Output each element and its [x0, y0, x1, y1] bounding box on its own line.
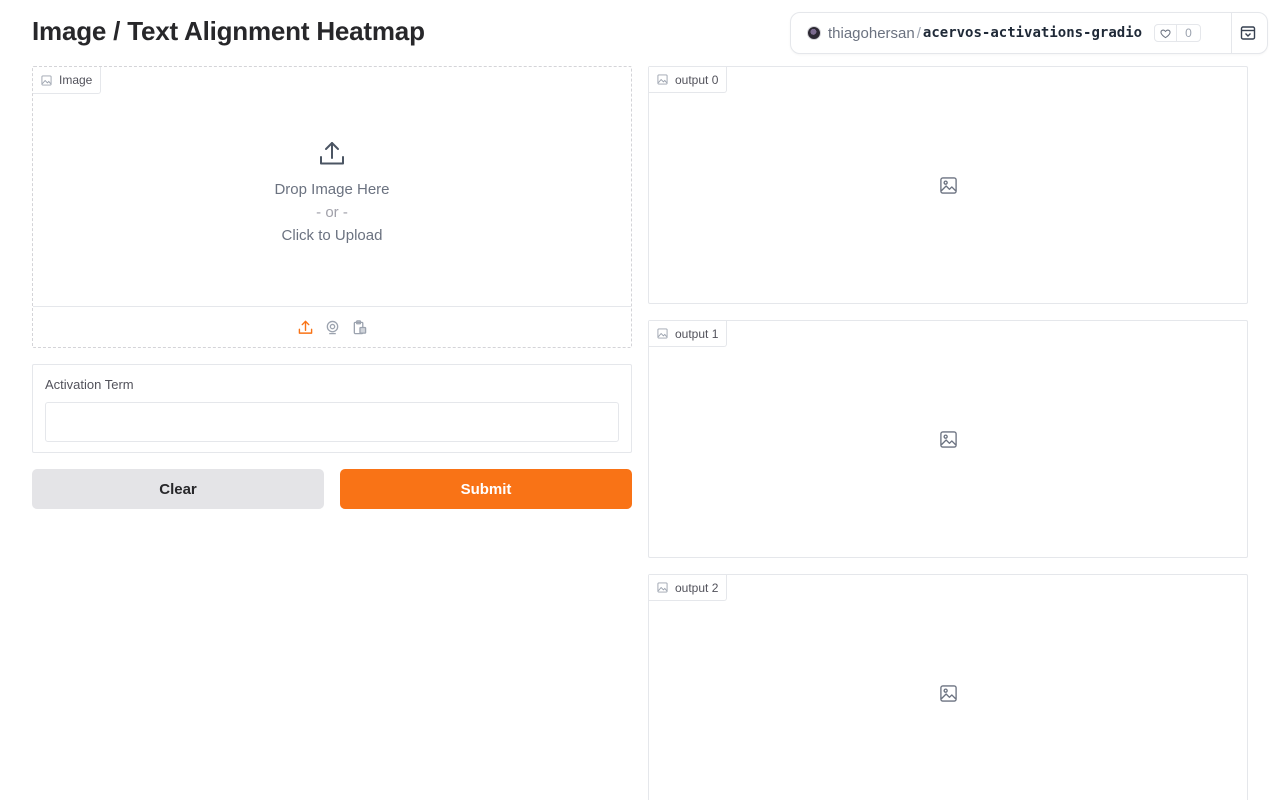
drop-zone[interactable]: Drop Image Here - or - Click to Upload	[33, 67, 631, 307]
image-upload: Image Drop Image Here - or - Click to Up…	[32, 66, 632, 348]
space-badge: thiagohersan / acervos-activations-gradi…	[790, 12, 1268, 54]
webcam-icon[interactable]	[325, 320, 340, 335]
output-image-1: output 1	[648, 320, 1248, 558]
output-image-0: output 0	[648, 66, 1248, 304]
like-count: 0	[1185, 26, 1192, 40]
output-label-2: output 2	[649, 575, 728, 601]
upload-arrow-icon	[318, 140, 346, 173]
click-to-upload-text: Click to Upload	[281, 227, 383, 244]
badge-divider	[1231, 13, 1232, 53]
submit-button[interactable]: Submit	[340, 469, 632, 509]
output-label-1: output 1	[649, 321, 728, 347]
space-owner-link[interactable]: thiagohersan	[828, 25, 915, 42]
image-icon	[657, 74, 668, 85]
activation-term-label: Activation Term	[45, 377, 134, 392]
image-placeholder-icon	[938, 429, 958, 449]
image-placeholder-icon	[938, 683, 958, 703]
upload-icon[interactable]	[298, 320, 313, 335]
clear-button[interactable]: Clear	[32, 469, 324, 509]
image-icon	[657, 582, 668, 593]
image-placeholder-icon	[938, 175, 958, 195]
output-image-2: output 2	[648, 574, 1248, 800]
image-icon	[657, 328, 668, 339]
clipboard-icon[interactable]	[352, 319, 367, 335]
activation-term-block: Activation Term	[32, 364, 632, 453]
output-label-text: output 1	[675, 326, 719, 341]
space-repo-link[interactable]: acervos-activations-gradio	[923, 25, 1142, 41]
output-label-text: output 2	[675, 580, 719, 595]
or-text: - or -	[316, 204, 348, 221]
avatar[interactable]	[807, 26, 821, 40]
collapse-icon[interactable]	[1239, 24, 1257, 42]
output-label-text: output 0	[675, 72, 719, 87]
activation-term-input[interactable]	[45, 402, 619, 442]
output-label-0: output 0	[649, 67, 728, 93]
like-button[interactable]: 0	[1154, 24, 1201, 42]
drop-text: Drop Image Here	[274, 181, 390, 198]
space-separator: /	[916, 24, 921, 42]
source-selector	[33, 306, 631, 347]
page-title: Image / Text Alignment Heatmap	[32, 16, 425, 46]
heart-icon	[1155, 25, 1178, 41]
